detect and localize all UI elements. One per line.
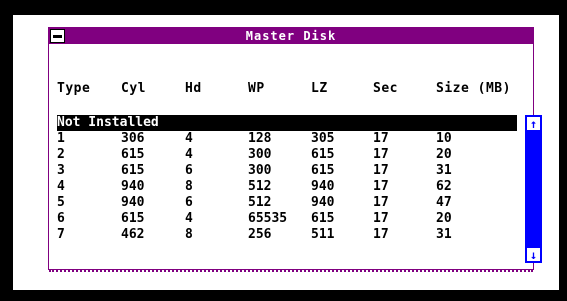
- list-item[interactable]: 1 306 4 128 305 17 10: [57, 131, 517, 147]
- disk-type-list[interactable]: Not Installed 1 306 4 128 305 17 10 2 615 4 300 615…: [57, 115, 517, 263]
- screen: Master Disk Type Cyl Hd WP LZ Sec Size (…: [13, 15, 559, 290]
- cell-type: 5: [57, 195, 65, 210]
- cell-hd: 8: [185, 179, 193, 194]
- cell-wp: 128: [248, 131, 272, 146]
- column-header-hd: Hd: [185, 81, 202, 96]
- cell-size: 20: [436, 211, 452, 226]
- cell-size: 31: [436, 163, 452, 178]
- cell-wp: 512: [248, 195, 272, 210]
- cell-sec: 17: [373, 195, 389, 210]
- cell-size: 10: [436, 131, 452, 146]
- cell-cyl: 615: [121, 211, 145, 226]
- list-item-not-installed[interactable]: Not Installed: [57, 115, 517, 131]
- cell-hd: 6: [185, 163, 193, 178]
- cell-type: 3: [57, 163, 65, 178]
- cell-type: 6: [57, 211, 65, 226]
- cell-lz: 615: [311, 211, 335, 226]
- cell-size: 20: [436, 147, 452, 162]
- cell-size: 47: [436, 195, 452, 210]
- cell-sec: 17: [373, 211, 389, 226]
- column-header-type: Type: [57, 81, 91, 96]
- column-headers: Type Cyl Hd WP LZ Sec Size (MB): [49, 81, 533, 97]
- master-disk-dialog: Master Disk Type Cyl Hd WP LZ Sec Size (…: [48, 27, 542, 272]
- cell-cyl: 615: [121, 147, 145, 162]
- cell-wp: 256: [248, 227, 272, 242]
- title-bar: Master Disk: [49, 28, 533, 44]
- column-header-cyl: Cyl: [121, 81, 146, 96]
- list-item[interactable]: 6 615 4 65535 615 17 20: [57, 211, 517, 227]
- list-item-label: Not Installed: [57, 115, 159, 130]
- cell-type: 4: [57, 179, 65, 194]
- cell-cyl: 615: [121, 163, 145, 178]
- cell-type: 1: [57, 131, 65, 146]
- cell-wp: 300: [248, 147, 272, 162]
- cell-size: 31: [436, 227, 452, 242]
- cell-lz: 305: [311, 131, 335, 146]
- scroll-down-arrow-icon[interactable]: ↓: [526, 247, 541, 262]
- window-title: Master Disk: [245, 29, 337, 43]
- cell-sec: 17: [373, 227, 389, 242]
- list-item[interactable]: 4 940 8 512 940 17 62: [57, 179, 517, 195]
- cell-sec: 17: [373, 179, 389, 194]
- cell-hd: 8: [185, 227, 193, 242]
- cell-type: 7: [57, 227, 65, 242]
- list-item[interactable]: 7 462 8 256 511 17 31: [57, 227, 517, 243]
- cell-cyl: 940: [121, 179, 145, 194]
- scroll-up-arrow-icon[interactable]: ↑: [526, 116, 541, 131]
- cell-lz: 615: [311, 147, 335, 162]
- cell-sec: 17: [373, 131, 389, 146]
- cell-sec: 17: [373, 163, 389, 178]
- scrollbar[interactable]: ↑ ↓: [525, 115, 542, 263]
- cell-cyl: 462: [121, 227, 145, 242]
- column-header-size: Size (MB): [436, 81, 511, 96]
- column-header-wp: WP: [248, 81, 265, 96]
- cell-type: 2: [57, 147, 65, 162]
- cell-lz: 511: [311, 227, 335, 242]
- cell-cyl: 940: [121, 195, 145, 210]
- cell-sec: 17: [373, 147, 389, 162]
- list-item[interactable]: 3 615 6 300 615 17 31: [57, 163, 517, 179]
- cell-hd: 6: [185, 195, 193, 210]
- cell-lz: 940: [311, 179, 335, 194]
- column-header-lz: LZ: [311, 81, 328, 96]
- cell-wp: 65535: [248, 211, 288, 226]
- cell-lz: 940: [311, 195, 335, 210]
- list-item[interactable]: 5 940 6 512 940 17 47: [57, 195, 517, 211]
- cell-cyl: 306: [121, 131, 145, 146]
- cell-wp: 300: [248, 163, 272, 178]
- cell-wp: 512: [248, 179, 272, 194]
- list-item[interactable]: 2 615 4 300 615 17 20: [57, 147, 517, 163]
- cell-hd: 4: [185, 131, 193, 146]
- column-header-sec: Sec: [373, 81, 398, 96]
- cell-size: 62: [436, 179, 452, 194]
- cell-hd: 4: [185, 147, 193, 162]
- cell-hd: 4: [185, 211, 193, 226]
- cell-lz: 615: [311, 163, 335, 178]
